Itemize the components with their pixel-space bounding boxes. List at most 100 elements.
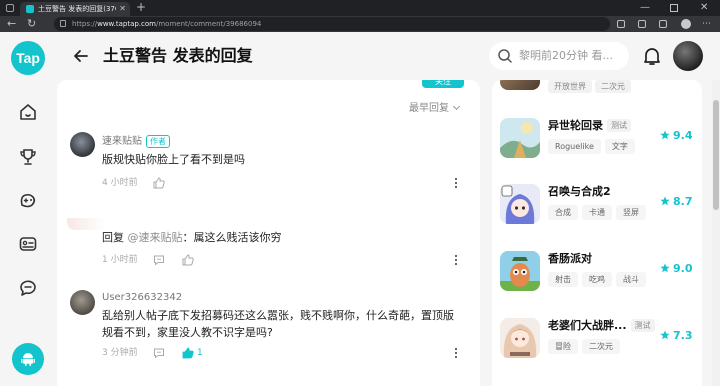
comment-time: 3 分钟前 — [102, 348, 138, 358]
close-window-button[interactable]: ✕ — [700, 0, 708, 15]
game-card[interactable]: 异世轮回录 测试 Roguelike 文字 9.4 — [492, 118, 702, 174]
like-icon[interactable] — [153, 177, 165, 189]
android-icon — [21, 353, 35, 366]
game-tag[interactable]: 合成 — [548, 205, 578, 220]
maximize-button[interactable] — [670, 4, 678, 12]
game-card[interactable]: 老婆们大战胖... 测试 冒险 二次元 7.3 — [492, 318, 702, 374]
game-tag[interactable]: 竖屏 — [616, 205, 646, 220]
page-header: 土豆警告 发表的回复 黎明前20分钟 看... — [57, 32, 712, 80]
avatar[interactable] — [70, 132, 95, 157]
browser-menu-icon[interactable]: ⋯ — [702, 16, 711, 32]
chevron-down-icon — [452, 102, 461, 111]
game-tag[interactable]: 二次元 — [582, 339, 620, 354]
reply-icon[interactable] — [153, 254, 165, 266]
reply-icon[interactable] — [153, 347, 165, 359]
game-rating: 9.4 — [660, 128, 693, 144]
user-avatar[interactable] — [673, 41, 703, 71]
back-arrow-icon[interactable] — [71, 46, 91, 66]
game-tag[interactable]: 卡通 — [582, 205, 612, 220]
game-thumbnail[interactable] — [500, 251, 540, 291]
comment-author[interactable]: 速来贴贴 作者 — [102, 135, 170, 149]
game-status-badge: 测试 — [607, 119, 631, 132]
game-tag[interactable]: 吃鸡 — [582, 272, 612, 287]
home-icon[interactable] — [18, 102, 38, 122]
like-count: 1 — [197, 348, 203, 358]
tab-close-icon[interactable]: ✕ — [119, 2, 126, 15]
game-name[interactable]: 召唤与合成2 — [548, 184, 611, 200]
comment-author[interactable]: User326632342 — [102, 291, 182, 305]
profile-avatar[interactable] — [681, 19, 691, 29]
page-scrollbar[interactable] — [712, 80, 720, 386]
game-tag[interactable]: 战斗 — [616, 272, 646, 287]
game-tags: Roguelike 文字 — [548, 139, 639, 154]
window-menu-icon[interactable] — [6, 4, 14, 12]
game-thumbnail[interactable] — [500, 118, 540, 158]
address-bar[interactable]: https://www.taptap.com/moment/comment/39… — [54, 17, 610, 31]
game-tag[interactable]: 开放世界 — [548, 80, 592, 93]
url-text: https://www.taptap.com/moment/comment/39… — [72, 20, 262, 28]
lock-icon — [60, 20, 66, 27]
game-tag[interactable]: 射击 — [548, 272, 578, 287]
comment-text: 版规快贴你脸上了看不到是吗 — [102, 153, 245, 166]
left-nav: Tap — [0, 32, 57, 386]
game-tags: 冒险 二次元 — [548, 339, 624, 354]
game-name[interactable]: 香肠派对 — [548, 251, 592, 267]
comment-thread: 关注 最早回复 速来贴贴 作者 版规快贴你脸上了看不到是吗 4 小时前 回复 @速… — [57, 80, 480, 386]
sort-dropdown[interactable]: 最早回复 — [409, 102, 461, 116]
star-icon — [660, 130, 670, 140]
reload-button[interactable]: ↻ — [27, 16, 36, 32]
game-tags: 射击 吃鸡 战斗 — [548, 272, 650, 287]
follow-button[interactable]: 关注 — [422, 80, 464, 88]
faded-avatar — [67, 218, 107, 230]
search-icon — [498, 49, 512, 63]
game-card[interactable]: 香肠派对 射击 吃鸡 战斗 9.0 — [492, 251, 702, 307]
game-rating: 8.7 — [660, 194, 693, 210]
reply-text: 回复 @速来贴贴：属这么贱活该你穷 — [102, 231, 282, 244]
search-placeholder: 黎明前20分钟 看... — [519, 49, 613, 62]
game-name[interactable]: 老婆们大战胖... 测试 — [548, 318, 655, 334]
search-input[interactable]: 黎明前20分钟 看... — [489, 42, 629, 70]
star-icon — [660, 196, 670, 206]
more-dots-icon[interactable] — [454, 254, 458, 266]
new-tab-button[interactable]: + — [136, 0, 146, 15]
favorites-icon[interactable] — [617, 20, 625, 28]
browser-back-button[interactable]: ← — [7, 16, 16, 32]
taptap-favicon-icon — [26, 5, 34, 13]
game-tag[interactable]: 文字 — [604, 139, 635, 154]
browser-tab-bar: 土豆警告 发表的回复(37GAzDel… ✕ + — ✕ — [0, 0, 720, 16]
reply-time: 1 小时前 — [102, 255, 138, 265]
bell-icon[interactable] — [641, 45, 663, 67]
more-dots-icon[interactable] — [454, 347, 458, 359]
reply-mention[interactable]: @速来贴贴 — [128, 231, 183, 244]
game-tag[interactable]: Roguelike — [548, 139, 601, 154]
scrollbar-thumb[interactable] — [713, 100, 719, 210]
game-tag[interactable]: 冒险 — [548, 339, 578, 354]
game-thumbnail[interactable] — [500, 184, 540, 224]
trophy-icon[interactable] — [18, 147, 38, 167]
more-dots-icon[interactable] — [454, 177, 458, 189]
android-download-button[interactable] — [12, 343, 44, 375]
minimize-button[interactable]: — — [640, 0, 650, 15]
game-tag[interactable]: 二次元 — [595, 80, 631, 93]
game-thumbnail[interactable] — [500, 80, 540, 90]
browser-toolbar: ← ↻ https://www.taptap.com/moment/commen… — [0, 16, 720, 32]
game-thumbnail[interactable] — [500, 318, 540, 358]
recommended-games: 开放世界 二次元 异世轮回录 测试 Roguelike 文字 9.4 召唤与合成… — [492, 80, 702, 386]
like-icon[interactable] — [182, 254, 194, 266]
id-card-icon[interactable] — [18, 234, 38, 254]
like-icon-active[interactable] — [182, 347, 194, 359]
taptap-logo[interactable]: Tap — [11, 41, 45, 75]
comment-text: 乱给别人帖子底下发招募码还这么嚣张，贱不贱啊你，什么奇葩，置顶版规看不到，家里没… — [102, 309, 454, 339]
avatar[interactable] — [70, 290, 95, 315]
extensions-icon[interactable] — [638, 20, 646, 28]
tab-title: 土豆警告 发表的回复(37GAzDel… — [38, 5, 116, 13]
chat-icon[interactable] — [18, 278, 38, 298]
browser-tab[interactable]: 土豆警告 发表的回复(37GAzDel… ✕ — [20, 2, 130, 16]
star-icon — [660, 330, 670, 340]
page-title: 土豆警告 发表的回复 — [103, 46, 253, 65]
game-tags: 合成 卡通 竖屏 — [548, 205, 650, 220]
game-name[interactable]: 异世轮回录 测试 — [548, 118, 631, 134]
collections-icon[interactable] — [659, 20, 667, 28]
game-card[interactable]: 召唤与合成2 合成 卡通 竖屏 8.7 — [492, 184, 702, 240]
game-controller-icon[interactable] — [18, 190, 38, 210]
